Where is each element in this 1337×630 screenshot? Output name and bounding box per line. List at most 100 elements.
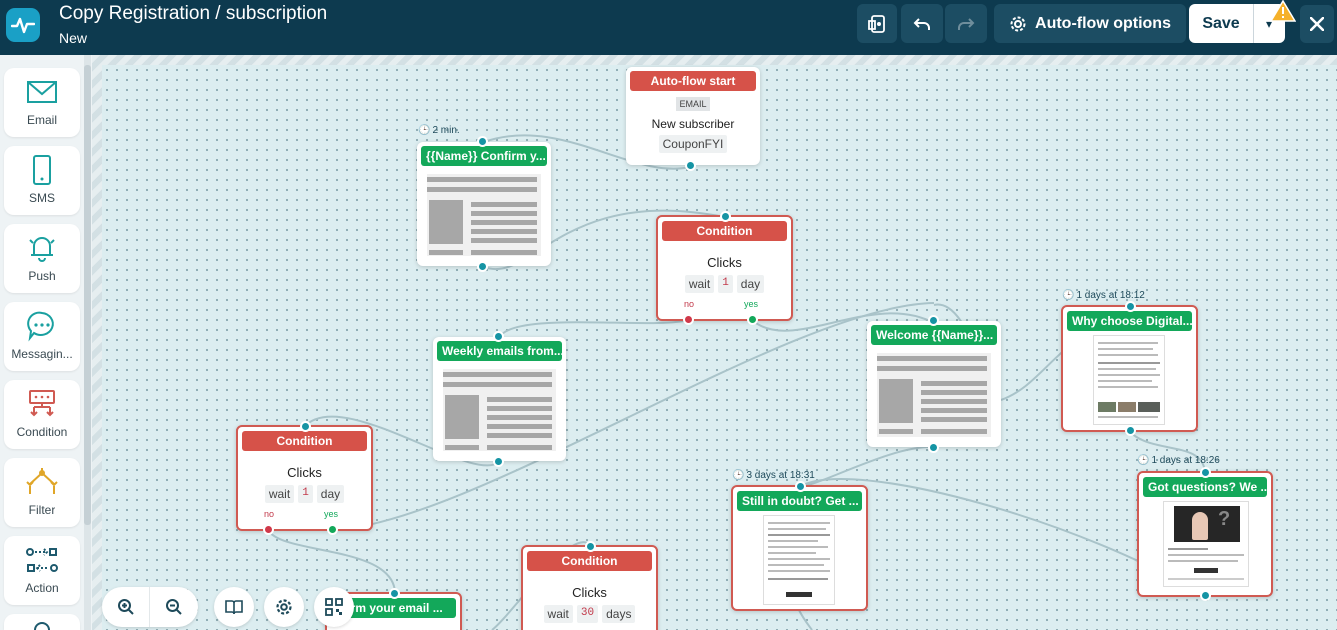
node-output-port[interactable]	[685, 160, 696, 171]
zoom-controls	[102, 587, 198, 627]
page-status: New	[59, 30, 88, 46]
wait-label: wait	[264, 485, 295, 503]
redo-icon	[958, 17, 975, 30]
autoflow-options-button[interactable]: Auto-flow options	[994, 4, 1186, 43]
node-input-port[interactable]	[795, 481, 806, 492]
condition-icon	[26, 388, 58, 420]
guide-button[interactable]	[214, 587, 254, 627]
sidebar-item-condition[interactable]: Condition	[4, 380, 80, 449]
wait-row: wait 30 days	[523, 605, 656, 623]
grid-icon	[325, 598, 343, 616]
email-node-welcome[interactable]: Welcome {{Name}}...	[867, 315, 1001, 453]
zoom-in-button[interactable]	[102, 587, 150, 627]
redo-button[interactable]	[945, 4, 987, 43]
flow-canvas[interactable]: Auto-flow start EMAIL New subscriber Cou…	[92, 55, 1337, 630]
autoflow-options-label: Auto-flow options	[1035, 14, 1171, 32]
sidebar-item-label: Filter	[28, 503, 56, 517]
email-node-still-in-doubt[interactable]: Still in doubt? Get ...	[731, 481, 868, 611]
page-title: Copy Registration / subscription	[59, 3, 328, 24]
email-preview	[443, 369, 556, 451]
sidebar-scrollbar-thumb[interactable]	[84, 65, 91, 525]
node-output-port[interactable]	[1125, 425, 1136, 436]
email-node-why-choose[interactable]: Why choose Digital...	[1061, 301, 1198, 436]
node-title: Got questions? We ...	[1143, 477, 1267, 497]
action-icon	[25, 544, 59, 576]
node-input-port[interactable]	[389, 588, 400, 599]
node-input-port[interactable]	[493, 331, 504, 342]
timer-text: 1 days at 18:26	[1151, 455, 1220, 466]
sidebar-item-sms[interactable]: SMS	[4, 146, 80, 215]
sidebar-item-push[interactable]: Push	[4, 224, 80, 293]
gear-icon	[1010, 16, 1026, 31]
node-title: Condition	[527, 551, 652, 571]
warning-icon[interactable]	[1269, 0, 1297, 27]
node-input-port[interactable]	[585, 541, 596, 552]
book-icon	[225, 600, 243, 615]
sidebar-item-filter[interactable]: Filter	[4, 458, 80, 527]
no-branch-label: no	[264, 509, 275, 519]
minimap-button[interactable]	[314, 587, 354, 627]
clock-icon: 🕒	[418, 125, 431, 136]
timer-text: 3 days at 18:31	[746, 470, 815, 481]
sidebar-item-label: Condition	[16, 425, 68, 439]
node-output-port[interactable]	[477, 261, 488, 272]
node-input-port[interactable]	[928, 315, 939, 326]
partial-icon	[34, 622, 50, 630]
node-output-port[interactable]	[1200, 590, 1211, 601]
delay-timer: 🕒 1 days at 18:12	[1062, 290, 1145, 301]
sidebar-item-action[interactable]: Action	[4, 536, 80, 605]
node-title: Why choose Digital...	[1067, 311, 1192, 331]
email-node-weekly[interactable]: Weekly emails from...	[433, 331, 566, 467]
list-row: CouponFYI	[626, 135, 760, 153]
autoflow-start-node[interactable]: Auto-flow start EMAIL New subscriber Cou…	[626, 67, 760, 171]
canvas-settings-button[interactable]	[264, 587, 304, 627]
node-input-port[interactable]	[720, 211, 731, 222]
node-output-port[interactable]	[928, 442, 939, 453]
channel-badge: EMAIL	[676, 97, 710, 111]
app-logo-icon[interactable]	[6, 8, 40, 42]
wait-number: 30	[576, 605, 599, 623]
no-output-port[interactable]	[263, 524, 274, 535]
envelope-icon	[26, 76, 58, 108]
node-title: Welcome {{Name}}...	[871, 325, 997, 345]
node-input-port[interactable]	[477, 136, 488, 147]
node-input-port[interactable]	[300, 421, 311, 432]
phone-icon	[31, 154, 53, 186]
wait-label: wait	[684, 275, 715, 293]
no-output-port[interactable]	[683, 314, 694, 325]
condition-node-2[interactable]: Condition Clicks wait 1 day no yes	[236, 421, 373, 535]
condition-node-1[interactable]: Condition Clicks wait 1 day no yes	[656, 211, 793, 325]
yes-branch-label: yes	[744, 299, 759, 309]
node-output-port[interactable]	[493, 456, 504, 467]
node-input-port[interactable]	[1125, 301, 1136, 312]
email-node-confirm[interactable]: {{Name}} Confirm y...	[417, 136, 551, 272]
node-input-port[interactable]	[1200, 467, 1211, 478]
email-thumbnail	[1093, 335, 1165, 425]
no-branch-label: no	[684, 299, 695, 309]
email-preview	[427, 174, 541, 256]
sidebar-item-label: SMS	[28, 191, 55, 205]
sidebar-item-email[interactable]: Email	[4, 68, 80, 137]
sidebar-item-label: Messagin...	[11, 347, 73, 361]
yes-branch-label: yes	[324, 509, 339, 519]
top-bar: Copy Registration / subscription New Aut…	[0, 0, 1337, 55]
yes-output-port[interactable]	[327, 524, 338, 535]
condition-node-3[interactable]: Condition Clicks wait 30 days	[521, 541, 658, 630]
zoom-out-button[interactable]	[150, 587, 198, 627]
wait-unit: days	[602, 605, 636, 623]
zoom-in-icon	[117, 599, 134, 615]
save-divider	[1253, 4, 1254, 43]
badge-row: EMAIL	[626, 97, 760, 111]
undo-button[interactable]	[901, 4, 943, 43]
sidebar-scrollbar[interactable]	[84, 55, 91, 630]
undo-icon	[913, 17, 930, 30]
sidebar-item-messaging[interactable]: Messagin...	[4, 302, 80, 371]
yes-output-port[interactable]	[747, 314, 758, 325]
email-thumbnail: ?	[1163, 501, 1249, 587]
close-button[interactable]	[1300, 5, 1334, 43]
email-preview	[877, 353, 991, 437]
preview-button[interactable]	[857, 4, 897, 43]
email-node-got-questions[interactable]: Got questions? We ... ?	[1137, 467, 1273, 601]
wait-unit: day	[736, 275, 765, 293]
sidebar-item-more[interactable]	[4, 614, 80, 630]
